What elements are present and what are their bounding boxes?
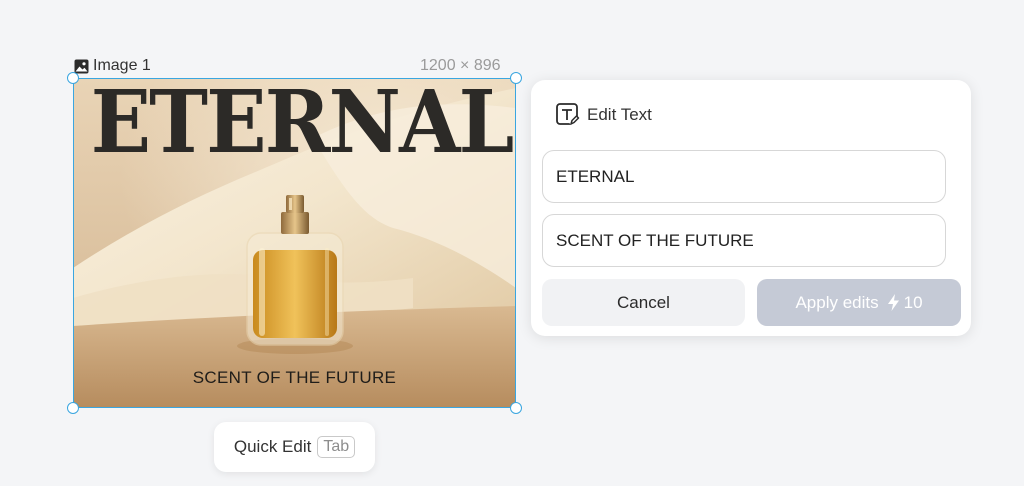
apply-edits-button[interactable]: Apply edits 10 [757,279,961,326]
image-icon [74,59,89,73]
canvas-image[interactable]: ETERNAL SCENT OF THE FUTURE [73,78,516,408]
cancel-label: Cancel [617,292,670,312]
quick-edit-button[interactable]: Quick Edit Tab [214,422,375,472]
resize-handle-bottom-left[interactable] [67,402,79,414]
panel-title: Edit Text [587,105,652,124]
headline-text-field[interactable]: ETERNAL [542,150,946,203]
subline-text[interactable]: SCENT OF THE FUTURE [73,368,516,388]
apply-cost: 10 [903,292,923,312]
lightning-icon [887,294,899,311]
quick-edit-label: Quick Edit [233,437,312,456]
subline-text-field[interactable]: SCENT OF THE FUTURE [542,214,946,267]
image-dimensions: 1200 × 896 [420,57,501,74]
resize-handle-top-left[interactable] [67,72,79,84]
resize-handle-bottom-right[interactable] [510,402,522,414]
apply-label: Apply edits [795,292,879,312]
image-layer-label[interactable]: Image 1 [74,57,151,75]
shortcut-key-badge: Tab [317,436,356,458]
edit-text-icon [556,103,580,126]
edit-text-panel: Edit Text ETERNAL SCENT OF THE FUTURE Ca… [531,80,971,336]
headline-text[interactable]: ETERNAL [91,80,515,166]
image-name: Image 1 [93,57,151,74]
cancel-button[interactable]: Cancel [542,279,745,326]
resize-handle-top-right[interactable] [510,72,522,84]
panel-header: Edit Text [555,102,652,128]
